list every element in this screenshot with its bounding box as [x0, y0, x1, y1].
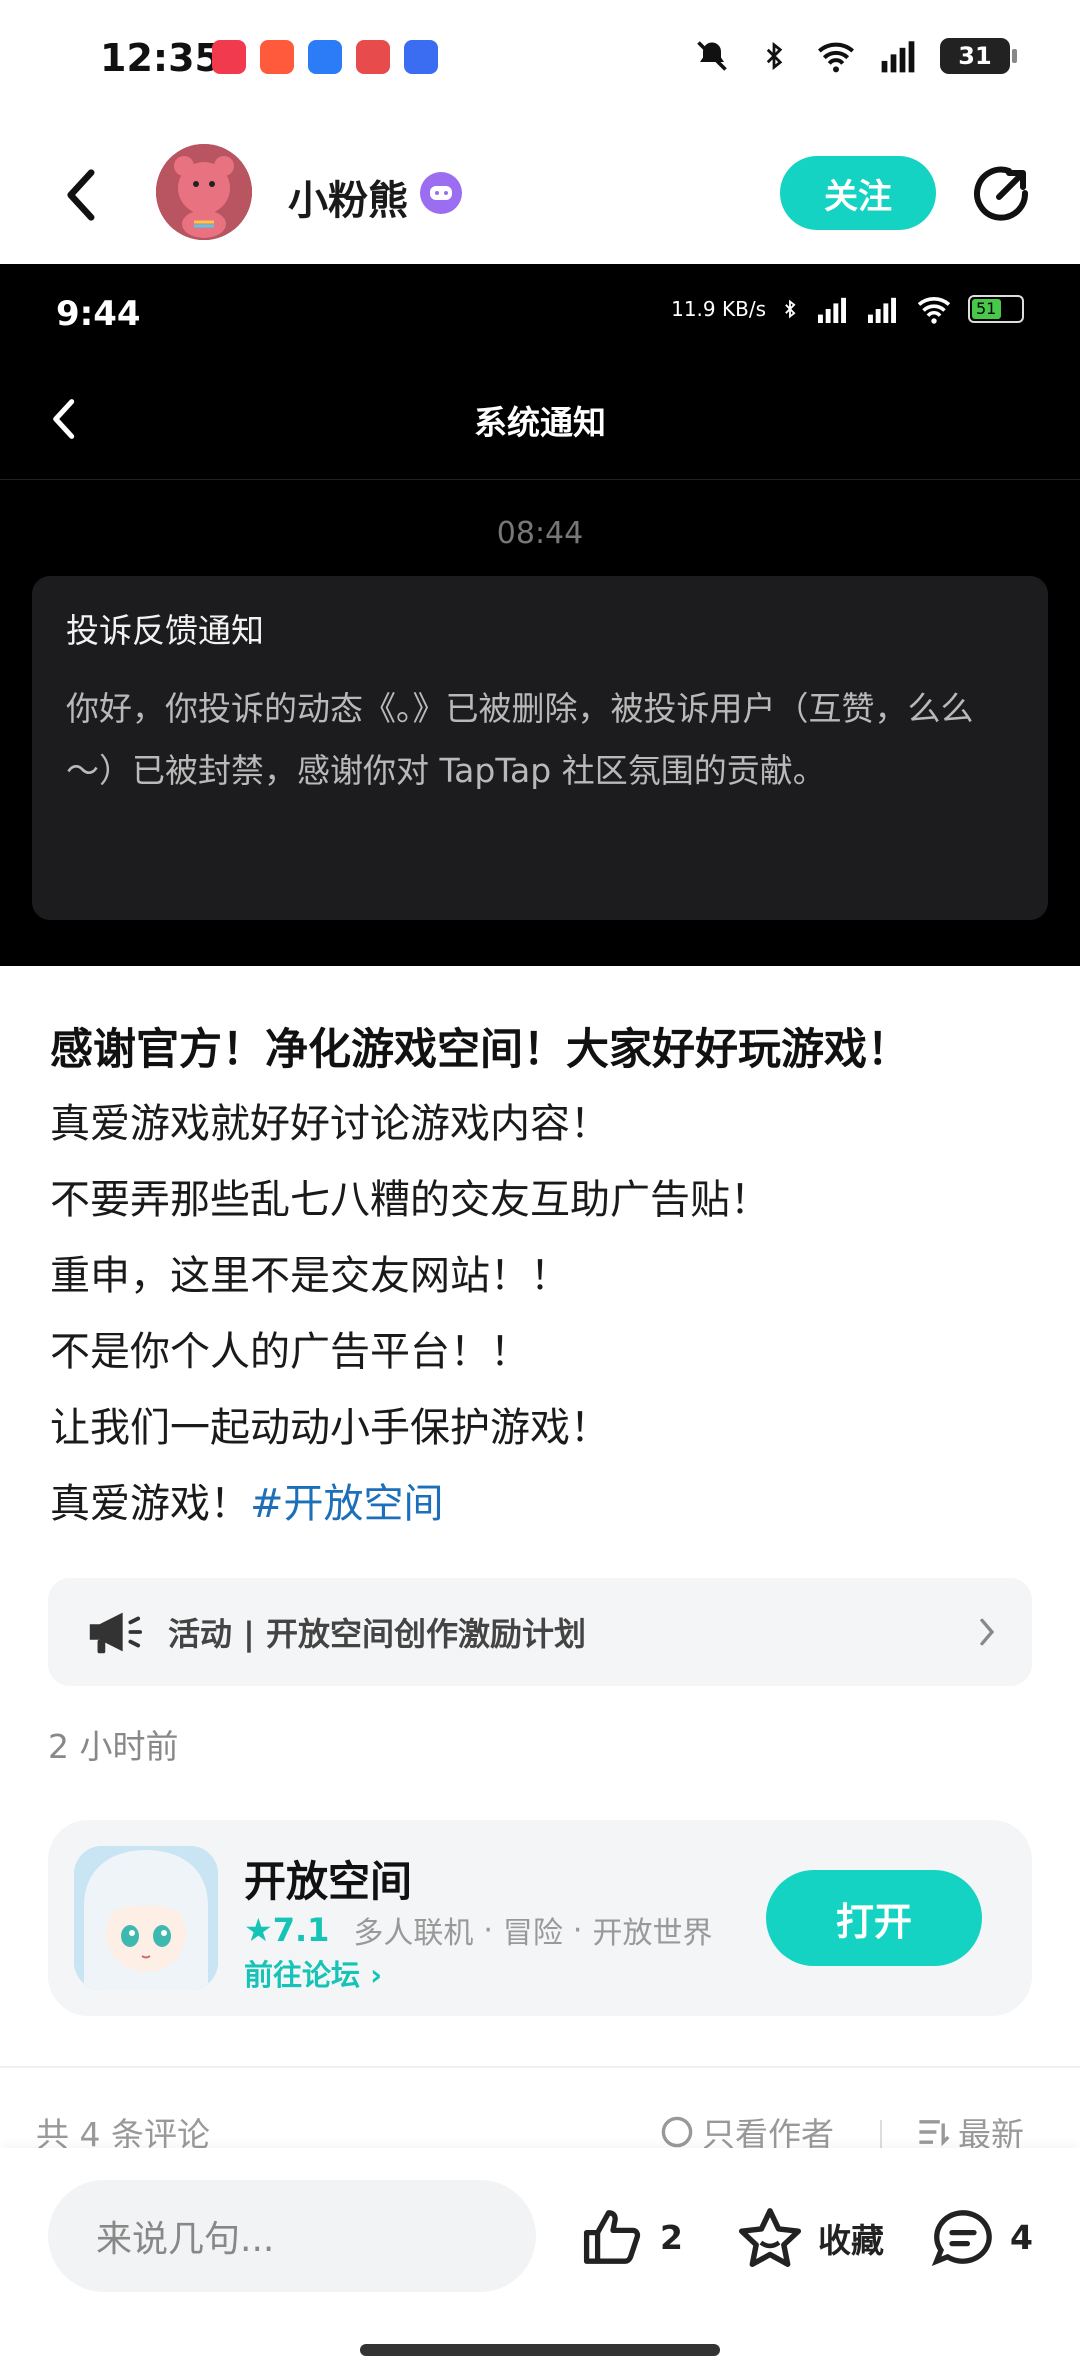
app-notification-icon — [260, 40, 294, 74]
post-line-last: 真爱游戏！#开放空间 — [50, 1466, 1040, 1542]
embedded-signal-icon — [818, 297, 846, 323]
post-line: 不是你个人的广告平台！！ — [50, 1329, 530, 1375]
chevron-right-icon: › — [370, 1958, 383, 1992]
embedded-status-icons: 11.9 KB/s 51 — [671, 294, 1024, 324]
radio-circle-icon — [661, 2116, 693, 2148]
game-meta: ★7.1 多人联机 · 冒险 · 开放世界 — [244, 1908, 722, 1952]
section-divider — [0, 2066, 1080, 2068]
embedded-battery: 51 — [968, 295, 1024, 323]
tag-separator: · — [483, 1912, 493, 1948]
battery-indicator: 31 — [940, 38, 1017, 74]
author-name[interactable]: 小粉熊 — [288, 168, 408, 226]
hashtag-link[interactable]: #开放空间 — [250, 1481, 444, 1527]
notice-title: 投诉反馈通知 — [66, 611, 264, 650]
follow-button[interactable]: 关注 — [780, 156, 936, 230]
like-button[interactable]: 2 — [580, 2206, 683, 2268]
tag-separator: · — [572, 1912, 583, 1948]
app-notification-icon — [212, 40, 246, 74]
notice-body: 你好，你投诉的动态《。》已被删除，被投诉用户（互赞，么么～）已被封禁，感谢你对 … — [66, 689, 974, 790]
game-name[interactable]: 开放空间 — [244, 1848, 412, 1909]
like-count: 2 — [660, 2217, 683, 2257]
game-tag: 多人联机 — [353, 1916, 474, 1951]
signal-5g-icon — [878, 36, 918, 76]
embedded-net-speed: 11.9 KB/s — [671, 297, 766, 321]
app-notification-icon — [356, 40, 390, 74]
post-line-text: 真爱游戏！ — [50, 1481, 250, 1527]
game-rating-value: 7.1 — [272, 1911, 330, 1949]
embedded-battery-level: 51 — [972, 299, 1001, 319]
share-icon — [974, 166, 1029, 221]
megaphone-icon — [89, 1612, 142, 1654]
activity-label: 活动 | 开放空间创作激励计划 — [168, 1615, 586, 1653]
comment-count: 4 — [1010, 2217, 1033, 2257]
post-line: 让我们一起动动小手保护游戏！ — [50, 1405, 610, 1451]
favorite-button[interactable]: 收藏 — [736, 2206, 884, 2270]
embedded-time: 9:44 — [56, 294, 141, 334]
share-button[interactable] — [966, 160, 1036, 230]
notice-card: 投诉反馈通知 你好，你投诉的动态《。》已被删除，被投诉用户（互赞，么么～）已被封… — [32, 576, 1048, 920]
star-icon: ★ — [244, 1911, 273, 1949]
app-notification-icon — [308, 40, 342, 74]
star-outline-icon — [738, 2208, 802, 2268]
post-line: 真爱游戏就好好讨论游戏内容！ — [50, 1101, 610, 1147]
post-line: 重申，这里不是交友网站！！ — [50, 1253, 570, 1299]
status-right-icons: 31 — [692, 36, 1017, 76]
notification-app-icons — [212, 40, 438, 74]
sort-icon — [919, 2120, 950, 2147]
comment-input[interactable]: 来说几句... — [48, 2180, 536, 2292]
back-arrow-icon — [67, 169, 95, 221]
embedded-signal-icon — [868, 297, 896, 323]
wifi-icon — [816, 36, 856, 76]
forum-link-label: 前往论坛 — [244, 1958, 361, 1992]
status-time: 12:35 — [100, 36, 221, 80]
post-line: 不要弄那些乱七八糟的交友互助广告贴！ — [50, 1177, 770, 1223]
embedded-wifi-icon — [917, 297, 951, 324]
favorite-label: 收藏 — [818, 2221, 884, 2260]
embedded-navbar: 系统通知 — [0, 360, 1080, 480]
comment-button[interactable]: 4 — [930, 2206, 1033, 2268]
activity-banner[interactable]: 活动 | 开放空间创作激励计划 — [48, 1578, 1032, 1686]
game-card[interactable]: 开放空间 ★7.1 多人联机 · 冒险 · 开放世界 前往论坛 › 打开 — [48, 1820, 1032, 2016]
game-icon[interactable] — [74, 1846, 218, 1990]
embedded-title: 系统通知 — [474, 403, 606, 442]
post-title: 感谢官方！净化游戏空间！大家好好玩游戏！ — [50, 1025, 910, 1075]
post-header: 小粉熊 关注 — [0, 130, 1080, 260]
game-rating: ★7.1 — [244, 1911, 329, 1949]
app-notification-icon — [404, 40, 438, 74]
game-tag: 冒险 — [502, 1916, 563, 1951]
embedded-bluetooth-icon — [785, 299, 796, 319]
status-bar: 12:35 31 — [0, 0, 1080, 120]
comment-icon — [931, 2210, 992, 2266]
post-content: 感谢官方！净化游戏空间！大家好好玩游戏！ 真爱游戏就好好讨论游戏内容！ 不要弄那… — [50, 1014, 1040, 1542]
bluetooth-icon — [754, 36, 794, 76]
chevron-right-icon — [980, 1618, 995, 1646]
gamepad-badge-icon — [420, 172, 462, 214]
embedded-timestamp: 08:44 — [496, 516, 584, 551]
author-avatar[interactable] — [156, 144, 252, 240]
bottom-action-bar: 来说几句... 2 收藏 4 — [0, 2148, 1080, 2374]
thumbs-up-icon — [583, 2210, 641, 2264]
post-image-screenshot[interactable]: 9:44 11.9 KB/s 51 系统通知 08:44 投诉反馈通知 你好，你… — [0, 264, 1080, 966]
post-timestamp: 2 小时前 — [48, 1727, 179, 1766]
forum-link[interactable]: 前往论坛 › — [244, 1952, 382, 1994]
home-indicator[interactable] — [360, 2344, 720, 2356]
game-tag: 开放世界 — [592, 1916, 713, 1951]
mute-icon — [692, 36, 732, 76]
back-button[interactable] — [50, 160, 110, 230]
open-game-button[interactable]: 打开 — [766, 1870, 982, 1966]
